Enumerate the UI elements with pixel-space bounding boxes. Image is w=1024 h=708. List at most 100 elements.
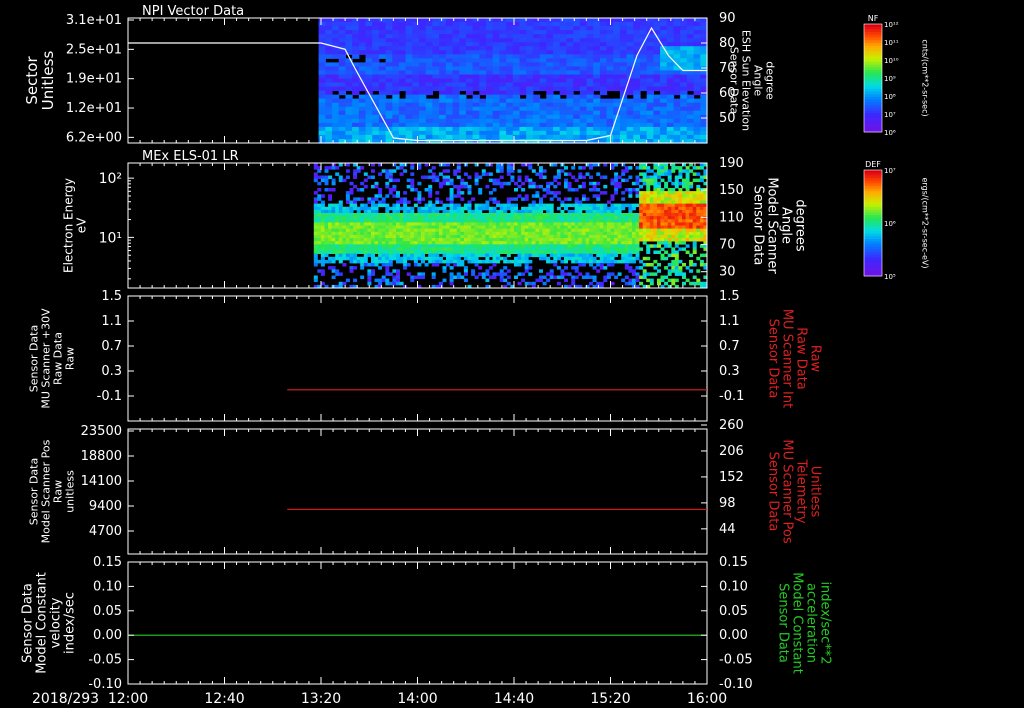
spectrogram-cell: [539, 18, 547, 23]
spectrogram-cell: [492, 130, 500, 136]
spectrogram-cell: [506, 114, 514, 120]
spectrogram-cell: [446, 231, 450, 236]
spectrogram-cell: [682, 275, 686, 279]
spectrogram-cell: [667, 175, 672, 179]
spectrogram-cell: [360, 166, 365, 170]
spectrogram-cell: [653, 231, 658, 236]
spectrogram-cell: [353, 228, 358, 233]
spectrogram-cell: [356, 213, 361, 217]
spectrogram-cell: [671, 166, 676, 170]
spectrogram-cell: [445, 46, 454, 51]
spectrogram-cell: [619, 126, 628, 132]
spectrogram-cell: [579, 22, 588, 27]
spectrogram-cell: [693, 26, 701, 31]
spectrogram-cell: [671, 222, 676, 226]
spectrogram-cell: [592, 278, 597, 283]
spectrogram-cell: [521, 234, 526, 239]
spectrogram-cell: [642, 181, 647, 186]
spectrogram-cell: [639, 197, 644, 201]
spectrogram-cell: [463, 172, 468, 176]
spectrogram-cell: [696, 184, 701, 189]
spectrogram-cell: [635, 191, 640, 195]
spectrogram-cell: [657, 219, 661, 223]
spectrogram-cell: [478, 188, 483, 192]
spectrogram-cell: [413, 250, 418, 254]
spectrogram-cell: [628, 238, 633, 242]
spectrogram-cell: [567, 219, 572, 223]
spectrogram-cell: [674, 178, 679, 183]
spectrogram-cell: [374, 256, 379, 261]
spectrogram-cell: [674, 203, 679, 208]
spectrogram-cell: [324, 259, 329, 264]
spectrogram-cell: [526, 94, 534, 100]
spectrogram-cell: [649, 219, 654, 223]
spectrogram-cell: [378, 203, 383, 208]
spectrogram-cell: [666, 110, 675, 116]
spectrogram-cell: [528, 163, 533, 167]
spectrogram-cell: [392, 22, 400, 27]
spectrogram-cell: [626, 110, 634, 116]
spectrogram-cell: [392, 206, 397, 211]
spectrogram-cell: [564, 203, 568, 208]
spectrogram-cell: [553, 134, 561, 140]
spectrogram-cell: [699, 253, 704, 258]
spectrogram-cell: [531, 244, 536, 248]
spectrogram-cell: [419, 42, 427, 47]
spectrogram-cell: [435, 231, 440, 236]
spectrogram-cell: [680, 38, 688, 43]
spectrogram-cell: [556, 197, 561, 201]
spectrogram-cell: [432, 66, 440, 71]
spectrogram-cell: [446, 228, 450, 233]
spectrogram-cell: [481, 253, 486, 258]
spectrogram-cell: [539, 118, 547, 124]
spectrogram-cell: [559, 130, 567, 136]
spectrogram-cell: [666, 130, 675, 136]
spectrogram-cell: [478, 259, 483, 264]
spectrogram-cell: [317, 181, 322, 186]
spectrogram-cell: [317, 234, 322, 239]
spectrogram-cell: [664, 191, 669, 195]
spectrogram-cell: [532, 54, 541, 59]
spectrogram-cell: [693, 82, 701, 88]
spectrogram-cell: [574, 178, 579, 183]
spectrogram-cell: [693, 34, 701, 39]
spectrogram-cell: [324, 213, 329, 217]
spectrogram-cell: [593, 114, 601, 120]
spectrogram-cell: [467, 228, 472, 233]
spectrogram-cell: [539, 216, 543, 220]
spectrogram-cell: [617, 206, 622, 211]
spectrogram-cell: [564, 259, 568, 264]
spectrogram-cell: [324, 238, 329, 242]
spectrogram-cell: [660, 191, 665, 195]
spectrogram-cell: [517, 184, 522, 189]
spectrogram-cell: [320, 269, 325, 273]
spectrogram-cell: [406, 263, 411, 267]
spectrogram-cell: [613, 22, 621, 27]
spectrogram-cell: [671, 253, 676, 258]
spectrogram-cell: [356, 166, 361, 170]
spectrogram-cell: [517, 253, 522, 258]
spectrogram-cell: [345, 213, 350, 217]
spectrogram-cell: [431, 263, 436, 267]
spectrogram-cell: [686, 54, 695, 59]
spectrogram-cell: [378, 247, 383, 251]
spectrogram-cell: [374, 197, 379, 201]
spectrogram-cell: [465, 102, 474, 108]
spectrogram-cell: [496, 178, 501, 183]
spectrogram-cell: [428, 259, 433, 264]
spectrogram-cell: [338, 78, 346, 84]
spectrogram-cell: [360, 213, 365, 217]
spectrogram-cell: [689, 222, 694, 226]
spectrogram-cell: [405, 38, 413, 43]
spectrogram-cell: [412, 126, 420, 132]
spectrogram-cell: [419, 70, 427, 75]
spectrogram-cell: [338, 203, 343, 208]
spectrogram-cell: [693, 50, 701, 55]
spectrogram-cell: [485, 213, 490, 217]
spectrogram-cell: [578, 231, 583, 236]
spectrogram-cell: [581, 234, 586, 239]
spectrogram-cell: [528, 234, 533, 239]
spectrogram-cell: [510, 241, 515, 245]
spectrogram-cell: [673, 50, 681, 55]
spectrogram-cell: [514, 263, 518, 267]
